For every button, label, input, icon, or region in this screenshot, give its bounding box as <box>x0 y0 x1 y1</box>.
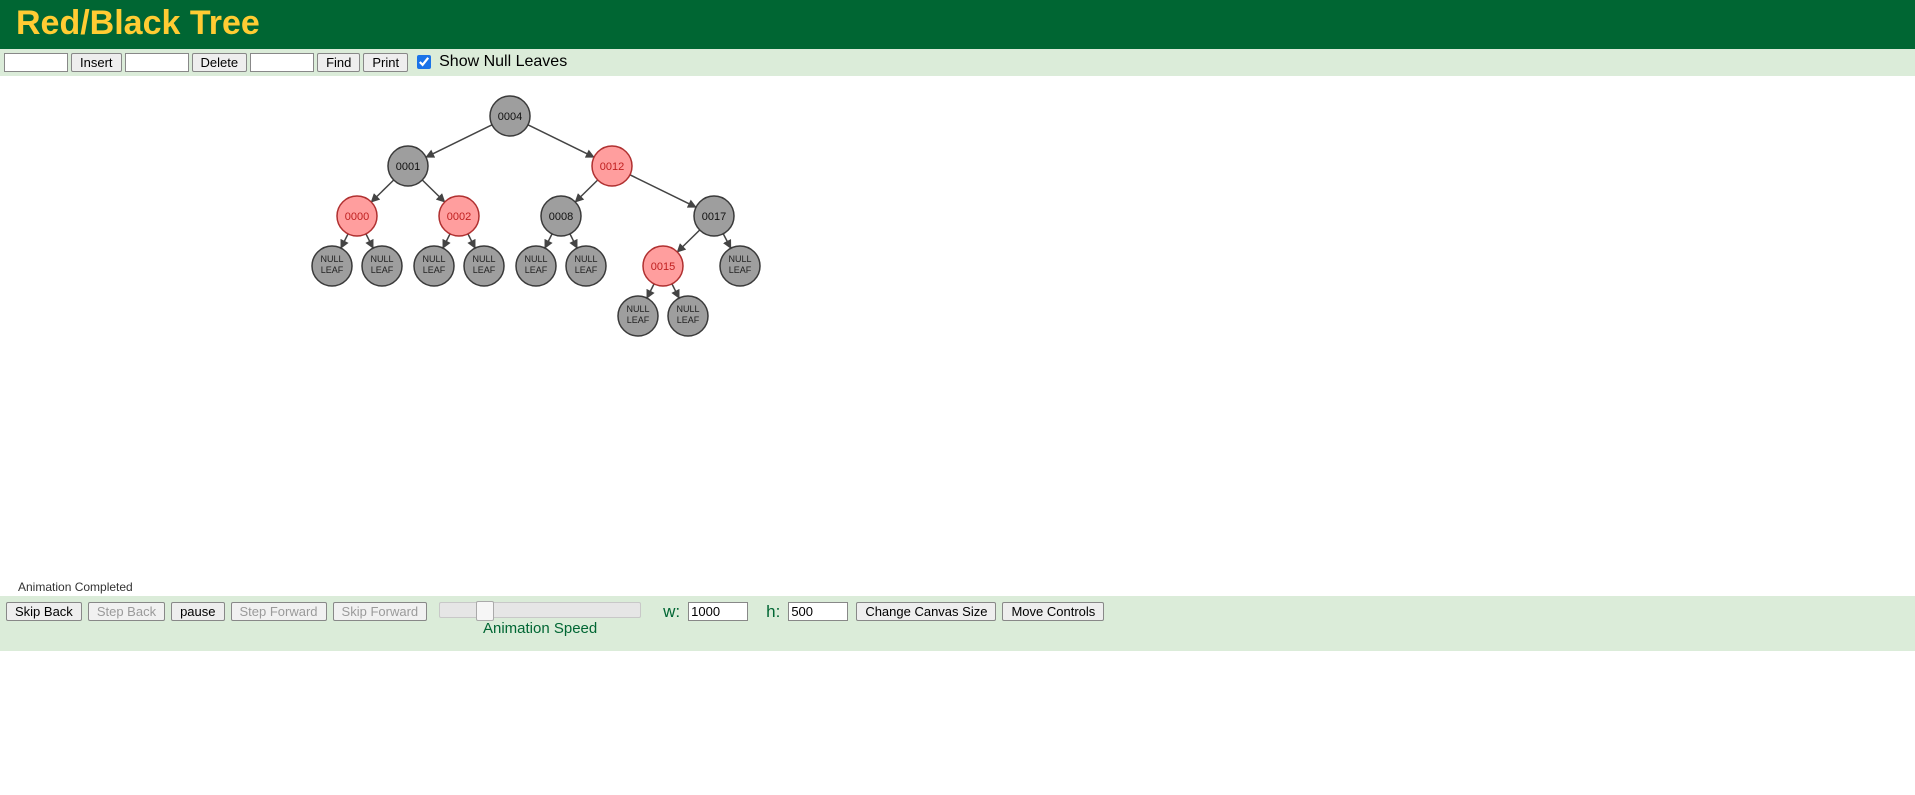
svg-text:NULL: NULL <box>574 254 597 264</box>
svg-text:LEAF: LEAF <box>423 265 446 275</box>
skip-back-button[interactable]: Skip Back <box>6 602 82 621</box>
show-null-label[interactable]: Show Null Leaves <box>439 53 567 71</box>
delete-input[interactable] <box>125 53 189 72</box>
svg-text:LEAF: LEAF <box>575 265 598 275</box>
svg-text:0004: 0004 <box>498 111 522 123</box>
delete-button[interactable]: Delete <box>192 53 248 72</box>
svg-text:LEAF: LEAF <box>729 265 752 275</box>
step-back-button: Step Back <box>88 602 165 621</box>
speed-slider[interactable] <box>439 602 641 618</box>
insert-button[interactable]: Insert <box>71 53 122 72</box>
height-label: h: <box>766 602 780 622</box>
change-canvas-size-button[interactable]: Change Canvas Size <box>856 602 996 621</box>
svg-text:LEAF: LEAF <box>473 265 496 275</box>
canvas-area: NULLLEAFNULLLEAFNULLLEAFNULLLEAFNULLLEAF… <box>0 76 1000 576</box>
top-controls: Insert Delete Find Print Show Null Leave… <box>0 49 1915 76</box>
svg-text:NULL: NULL <box>626 304 649 314</box>
width-label: w: <box>663 602 680 622</box>
header-bar: Red/Black Tree <box>0 0 1915 49</box>
svg-text:NULL: NULL <box>676 304 699 314</box>
tree-svg: NULLLEAFNULLLEAFNULLLEAFNULLLEAFNULLLEAF… <box>0 76 1000 576</box>
print-button[interactable]: Print <box>363 53 408 72</box>
svg-text:0015: 0015 <box>651 261 675 273</box>
svg-text:LEAF: LEAF <box>627 315 650 325</box>
find-input[interactable] <box>250 53 314 72</box>
svg-text:0002: 0002 <box>447 211 471 223</box>
svg-text:0012: 0012 <box>600 161 624 173</box>
svg-text:LEAF: LEAF <box>525 265 548 275</box>
move-controls-button[interactable]: Move Controls <box>1002 602 1104 621</box>
page-title: Red/Black Tree <box>16 4 1915 43</box>
find-button[interactable]: Find <box>317 53 360 72</box>
status-text: Animation Completed <box>18 580 1915 594</box>
svg-text:LEAF: LEAF <box>371 265 394 275</box>
svg-text:0001: 0001 <box>396 161 420 173</box>
svg-text:NULL: NULL <box>422 254 445 264</box>
svg-text:NULL: NULL <box>524 254 547 264</box>
show-null-checkbox[interactable] <box>417 55 431 69</box>
svg-text:LEAF: LEAF <box>321 265 344 275</box>
svg-text:LEAF: LEAF <box>677 315 700 325</box>
svg-text:NULL: NULL <box>472 254 495 264</box>
svg-text:0008: 0008 <box>549 211 573 223</box>
height-input[interactable] <box>788 602 848 621</box>
svg-text:NULL: NULL <box>370 254 393 264</box>
svg-text:NULL: NULL <box>728 254 751 264</box>
speed-slider-wrap: Animation Speed <box>439 602 641 637</box>
insert-input[interactable] <box>4 53 68 72</box>
speed-label: Animation Speed <box>483 620 597 637</box>
bottom-controls: Skip Back Step Back pause Step Forward S… <box>0 596 1915 651</box>
skip-forward-button: Skip Forward <box>333 602 428 621</box>
width-input[interactable] <box>688 602 748 621</box>
svg-text:0000: 0000 <box>345 211 369 223</box>
svg-text:NULL: NULL <box>320 254 343 264</box>
pause-button[interactable]: pause <box>171 602 224 621</box>
svg-text:0017: 0017 <box>702 211 726 223</box>
speed-slider-thumb[interactable] <box>476 601 494 621</box>
step-forward-button: Step Forward <box>231 602 327 621</box>
